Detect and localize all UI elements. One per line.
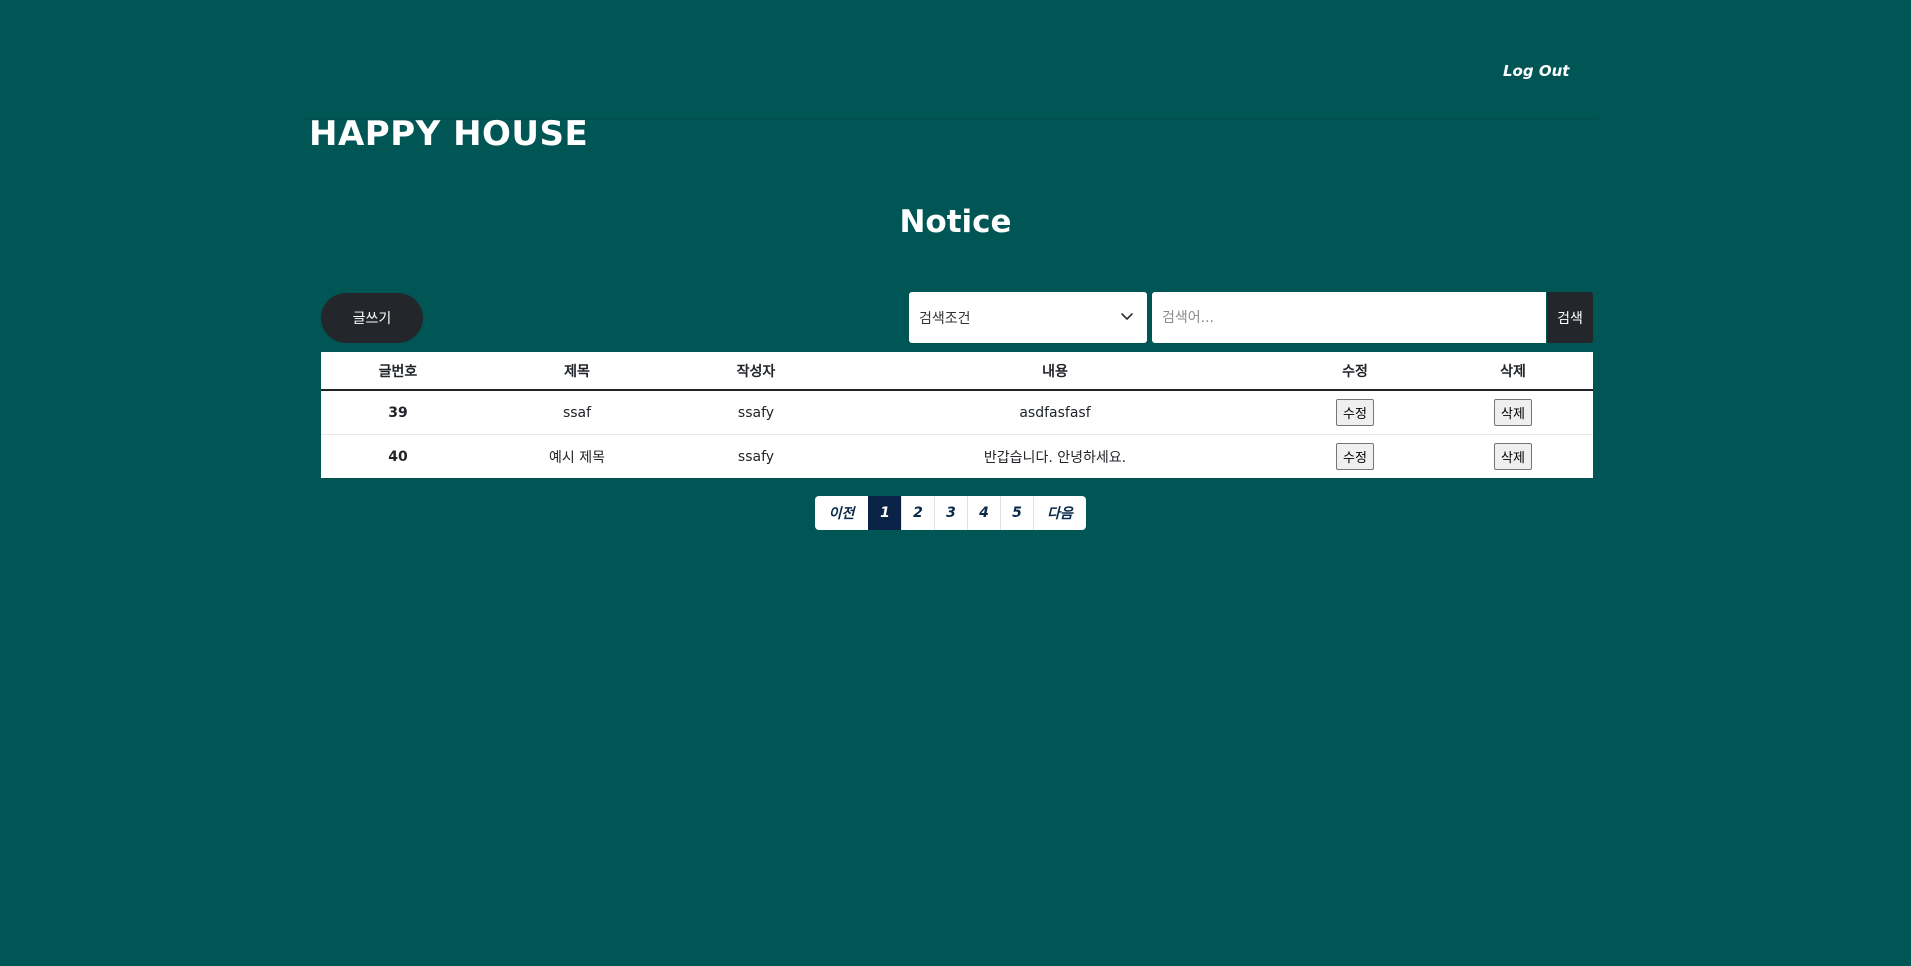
column-header-author: 작성자 (679, 352, 833, 391)
cell-title[interactable]: ssaf (475, 390, 679, 435)
cell-title[interactable]: 예시 제목 (475, 435, 679, 479)
cell-content: asdfasfasf (833, 390, 1277, 435)
pagination-page-2[interactable]: 2 (901, 496, 934, 530)
table-header-row: 글번호 제목 작성자 내용 수정 삭제 (321, 352, 1593, 391)
column-header-content: 내용 (833, 352, 1277, 391)
pagination-page-3[interactable]: 3 (934, 496, 967, 530)
column-header-number: 글번호 (321, 352, 475, 391)
cell-author: ssafy (737, 448, 775, 465)
search-button[interactable]: 검색 (1547, 292, 1593, 343)
pagination-page-4[interactable]: 4 (967, 496, 1000, 530)
pagination-page-1[interactable]: 1 (868, 496, 901, 530)
cell-edit: 수정 (1277, 435, 1433, 479)
brand-logo[interactable]: HAPPY HOUSE (309, 114, 588, 154)
cell-delete: 삭제 (1433, 435, 1593, 479)
table-row[interactable]: 39 ssaf ssafy asdfasfasf 수정 삭제 (321, 390, 1593, 435)
write-button[interactable]: 글쓰기 (321, 293, 423, 343)
edit-button[interactable]: 수정 (1336, 399, 1374, 426)
pagination-page-5[interactable]: 5 (1000, 496, 1033, 530)
search-condition-select[interactable]: 검색조건 (909, 292, 1147, 343)
delete-button[interactable]: 삭제 (1494, 399, 1532, 426)
column-header-delete: 삭제 (1433, 352, 1593, 391)
cell-number: 39 (321, 390, 475, 435)
table-row[interactable]: 40 예시 제목 ssafy 반갑습니다. 안녕하세요. 수정 삭제 (321, 435, 1593, 479)
cell-delete: 삭제 (1433, 390, 1593, 435)
chevron-down-icon (1121, 313, 1133, 320)
cell-author: ssafy (679, 390, 833, 435)
pagination-next[interactable]: 다음 (1033, 496, 1086, 530)
edit-button[interactable]: 수정 (1336, 443, 1374, 470)
notice-table: 글번호 제목 작성자 내용 수정 삭제 39 ssaf ssafy asdfas… (321, 352, 1593, 478)
pagination: 이전 1 2 3 4 5 다음 (815, 496, 1086, 530)
delete-button[interactable]: 삭제 (1494, 443, 1532, 470)
logout-link[interactable]: Log Out (1503, 62, 1569, 80)
cell-edit: 수정 (1277, 390, 1433, 435)
top-navbar: Log Out (302, 50, 1598, 120)
column-header-edit: 수정 (1277, 352, 1433, 391)
cell-content: 반갑습니다. 안녕하세요. (983, 449, 1127, 466)
cell-number: 40 (388, 448, 408, 465)
search-input[interactable] (1152, 292, 1546, 343)
pagination-prev[interactable]: 이전 (815, 496, 868, 530)
column-header-title: 제목 (475, 352, 679, 391)
search-condition-label: 검색조건 (919, 311, 971, 327)
page-title: Notice (899, 204, 1012, 240)
